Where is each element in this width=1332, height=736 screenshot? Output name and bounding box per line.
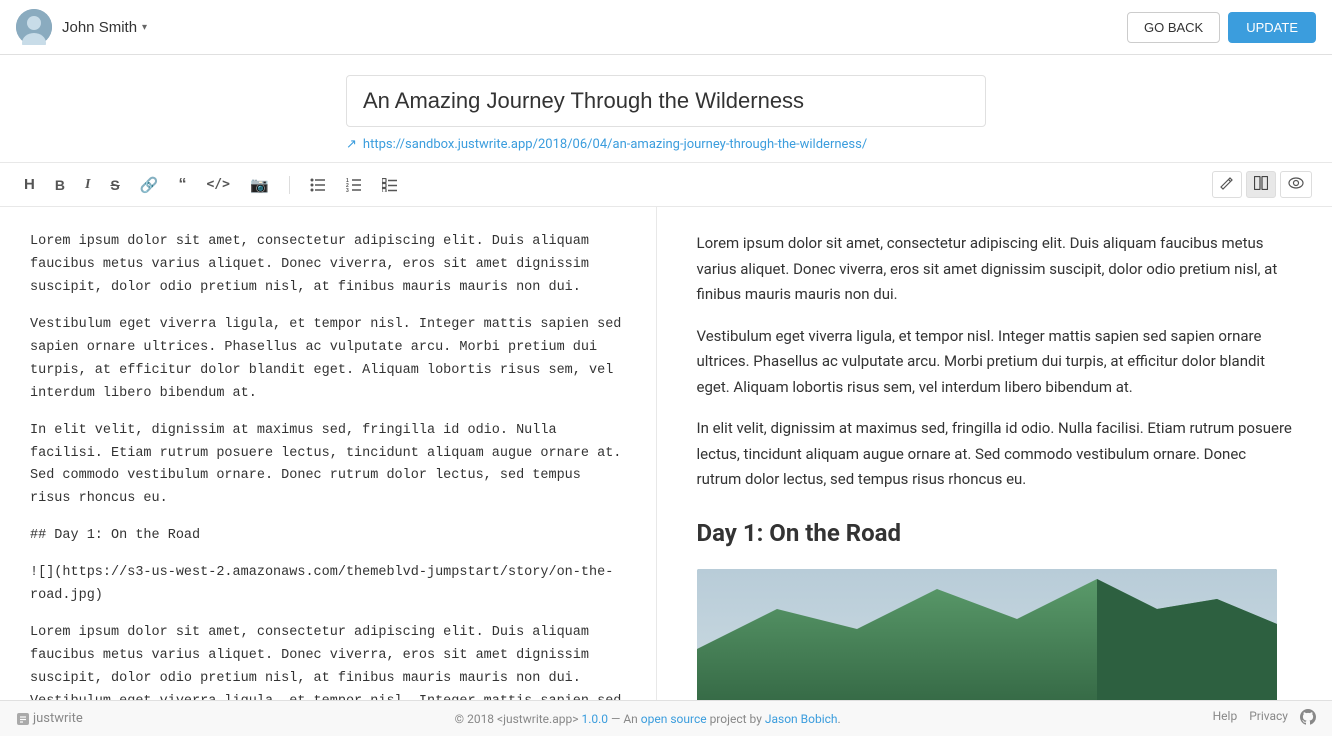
code-btn[interactable]: </> [202, 175, 233, 194]
title-area: ↗ https://sandbox.justwrite.app/2018/06/… [0, 55, 1332, 162]
footer-brand-area: justwrite [16, 711, 83, 726]
post-url-link[interactable]: https://sandbox.justwrite.app/2018/06/04… [363, 137, 867, 152]
avatar [16, 9, 52, 45]
editor-image-line: ![](https://s3-us-west-2.amazonaws.com/t… [30, 562, 626, 608]
strikethrough-btn[interactable]: S [106, 175, 123, 195]
footer-links: Help Privacy [1213, 709, 1316, 728]
svg-text:3: 3 [346, 188, 349, 192]
preview-day1-heading: Day 1: On the Road [697, 513, 1293, 554]
split-view-btn[interactable] [1246, 171, 1276, 198]
edit-view-btn[interactable] [1212, 171, 1242, 198]
toolbar-separator [289, 176, 290, 194]
footer-author-link[interactable]: Jason Bobich [765, 712, 838, 726]
editor-paragraph-1: Lorem ipsum dolor sit amet, consectetur … [30, 231, 626, 300]
editor-content[interactable]: Lorem ipsum dolor sit amet, consectetur … [30, 231, 626, 700]
preview-pane: Lorem ipsum dolor sit amet, consectetur … [657, 207, 1332, 700]
user-name-button[interactable]: John Smith ▾ [62, 19, 147, 36]
footer-privacy-link[interactable]: Privacy [1249, 709, 1288, 728]
footer-brand-name: justwrite [33, 711, 83, 726]
link-btn[interactable]: 🔗 [136, 174, 163, 196]
chevron-down-icon: ▾ [142, 22, 147, 33]
footer-open-source-link[interactable]: open source [641, 712, 707, 726]
italic-btn[interactable]: I [81, 175, 94, 195]
list-ol-btn[interactable]: 123 [342, 176, 366, 194]
github-icon [1300, 709, 1316, 728]
preview-image-inner [697, 569, 1277, 700]
user-name-label: John Smith [62, 19, 137, 36]
preview-view-btn[interactable] [1280, 171, 1312, 198]
title-input[interactable] [346, 75, 986, 127]
preview-image [697, 569, 1277, 700]
header-left: John Smith ▾ [16, 9, 147, 45]
header-right: GO BACK UPDATE [1127, 12, 1316, 43]
image-btn[interactable]: 📷 [246, 174, 273, 196]
toolbar-formatting: H B I S 🔗 “ </> 📷 123 [20, 174, 402, 196]
footer-version-link[interactable]: 1.0.0 [581, 712, 608, 726]
list-ul-btn[interactable] [306, 176, 330, 194]
quote-btn[interactable]: “ [174, 174, 190, 196]
editor-paragraph-4: Lorem ipsum dolor sit amet, consectetur … [30, 622, 626, 700]
external-link-icon: ↗ [346, 137, 357, 152]
toolbar-view-options [1212, 171, 1312, 198]
footer-brand: justwrite [16, 711, 83, 726]
editor-paragraph-2: Vestibulum eget viverra ligula, et tempo… [30, 314, 626, 406]
go-back-button[interactable]: GO BACK [1127, 12, 1220, 43]
update-button[interactable]: UPDATE [1228, 12, 1316, 43]
preview-paragraph-3: In elit velit, dignissim at maximus sed,… [697, 416, 1293, 493]
main: ↗ https://sandbox.justwrite.app/2018/06/… [0, 55, 1332, 700]
heading-btn[interactable]: H [20, 174, 39, 195]
footer-help-link[interactable]: Help [1213, 709, 1238, 728]
bold-btn[interactable]: B [51, 175, 69, 195]
preview-paragraph-2: Vestibulum eget viverra ligula, et tempo… [697, 324, 1293, 401]
toolbar: H B I S 🔗 “ </> 📷 123 [0, 162, 1332, 207]
header: John Smith ▾ GO BACK UPDATE [0, 0, 1332, 55]
editor-area: Lorem ipsum dolor sit amet, consectetur … [0, 207, 1332, 700]
preview-paragraph-1: Lorem ipsum dolor sit amet, consectetur … [697, 231, 1293, 308]
editor-pane[interactable]: Lorem ipsum dolor sit amet, consectetur … [0, 207, 657, 700]
editor-paragraph-3: In elit velit, dignissim at maximus sed,… [30, 420, 626, 512]
footer-copyright-text: © 2018 <justwrite.app> 1.0.0 — An open s… [455, 712, 841, 726]
footer-copyright: © 2018 <justwrite.app> 1.0.0 — An open s… [455, 712, 841, 726]
editor-heading-line: ## Day 1: On the Road [30, 525, 626, 548]
post-url-row: ↗ https://sandbox.justwrite.app/2018/06/… [346, 127, 986, 162]
list-task-btn[interactable] [378, 176, 402, 194]
footer: justwrite © 2018 <justwrite.app> 1.0.0 —… [0, 700, 1332, 736]
justwrite-logo-icon [16, 712, 30, 726]
